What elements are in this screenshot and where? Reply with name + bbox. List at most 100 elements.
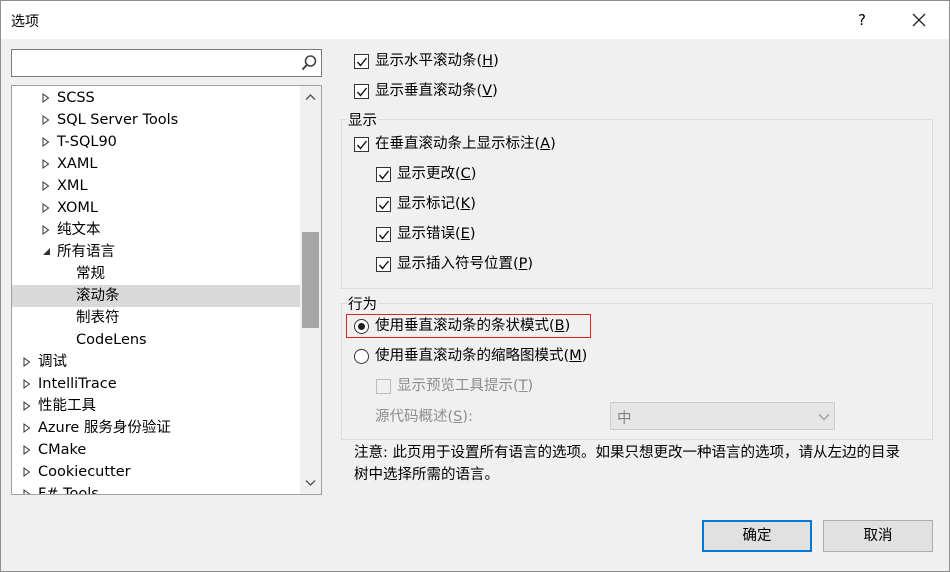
tree-item-label: XOML [57, 200, 99, 216]
tree-item[interactable]: 性能工具 [12, 395, 300, 417]
tree-items: SCSS SQL Server Tools T-SQL90 XAML XML XOML 纯文… [12, 86, 300, 494]
window-title: 选项 [11, 14, 39, 30]
check-icon [356, 87, 368, 97]
tree-item-label: Azure 服务身份验证 [38, 420, 171, 436]
expand-arrow-icon[interactable] [22, 461, 34, 483]
search-icon[interactable] [300, 54, 318, 72]
ok-button[interactable]: 确定 [702, 520, 812, 552]
search-input[interactable] [12, 50, 294, 76]
expand-arrow-icon[interactable] [41, 175, 53, 197]
checkbox-label: 显示标记(K) [397, 196, 476, 212]
check-icon [378, 170, 390, 180]
tree-item[interactable]: Cookiecutter [12, 461, 300, 483]
checkbox-label: 显示预览工具提示(T) [397, 378, 534, 394]
options-dialog: 选项 ? SCSS SQL Server Tools T-SQL90 XAML XML X… [0, 0, 950, 572]
tree-item-label: 滚动条 [76, 288, 120, 304]
tree-item[interactable]: XAML [12, 153, 300, 175]
tree-scrollbar[interactable] [300, 86, 321, 494]
dropdown-value: 中 [617, 411, 632, 427]
tree-item[interactable]: CodeLens [12, 329, 300, 351]
tree-item[interactable]: 调试 [12, 351, 300, 373]
close-icon [912, 13, 926, 27]
expand-arrow-icon[interactable] [22, 483, 34, 494]
checkbox-label: 显示水平滚动条(H) [375, 53, 499, 69]
checkbox-box[interactable] [376, 167, 391, 182]
radio-button[interactable] [354, 319, 369, 334]
expand-arrow-icon[interactable] [22, 417, 34, 439]
chevron-down-icon [818, 414, 830, 421]
scroll-up-button[interactable] [300, 86, 321, 108]
tree-item[interactable]: 常规 [12, 263, 300, 285]
tree-item-label: 所有语言 [57, 244, 115, 260]
search-box [11, 49, 322, 77]
tree-item[interactable]: IntelliTrace [12, 373, 300, 395]
tree-item-label: SCSS [57, 90, 95, 106]
scroll-thumb[interactable] [302, 232, 319, 328]
tree-item[interactable]: T-SQL90 [12, 131, 300, 153]
tree-item[interactable]: 滚动条 [12, 285, 300, 307]
check-icon [378, 200, 390, 210]
tree-item-label: 制表符 [76, 310, 120, 326]
check-icon [378, 260, 390, 270]
expand-arrow-icon[interactable] [22, 351, 34, 373]
checkbox-label: 显示更改(C) [397, 166, 477, 182]
tree-item[interactable]: 所有语言 [12, 241, 300, 263]
scroll-down-button[interactable] [300, 472, 321, 494]
checkbox-box[interactable] [354, 137, 369, 152]
expand-arrow-icon[interactable] [22, 439, 34, 461]
checkbox-label: 显示插入符号位置(P) [397, 256, 534, 272]
expand-arrow-icon[interactable] [22, 395, 34, 417]
radio-dot [358, 323, 365, 330]
tree-item[interactable]: XML [12, 175, 300, 197]
behavior-group-title: 行为 [347, 293, 378, 314]
source-overview-dropdown[interactable]: 中 [610, 402, 835, 430]
tree-item-label: Cookiecutter [38, 464, 131, 480]
tree-item-label: XML [57, 178, 88, 194]
options-tree: SCSS SQL Server Tools T-SQL90 XAML XML XOML 纯文… [11, 85, 322, 495]
checkbox-box[interactable] [376, 257, 391, 272]
checkbox-box[interactable] [376, 227, 391, 242]
expand-arrow-icon[interactable] [41, 109, 53, 131]
tree-item[interactable]: F# Tools [12, 483, 300, 494]
tree-item-label: SQL Server Tools [57, 112, 179, 128]
radio-label: 使用垂直滚动条的条状模式(B) [375, 318, 571, 334]
tree-item-label: 纯文本 [57, 222, 101, 238]
check-icon [356, 140, 368, 150]
checkbox-label: 显示错误(E) [397, 226, 476, 242]
checkbox-label: 在垂直滚动条上显示标注(A) [375, 136, 556, 152]
source-overview-label: 源代码概述(S): [375, 409, 473, 425]
checkbox-box[interactable] [376, 379, 391, 394]
display-group-title: 显示 [347, 109, 378, 130]
expand-arrow-icon[interactable] [41, 219, 53, 241]
tree-item[interactable]: Azure 服务身份验证 [12, 417, 300, 439]
tree-item[interactable]: 制表符 [12, 307, 300, 329]
checkbox-box[interactable] [354, 54, 369, 69]
radio-button[interactable] [354, 349, 369, 364]
expand-arrow-icon[interactable] [41, 87, 53, 109]
expand-arrow-icon[interactable] [41, 153, 53, 175]
checkbox-box[interactable] [354, 84, 369, 99]
tree-item[interactable]: 纯文本 [12, 219, 300, 241]
tree-item-label: 调试 [38, 354, 67, 370]
tree-item[interactable]: SCSS [12, 87, 300, 109]
expand-arrow-icon[interactable] [41, 131, 53, 153]
checkbox-box[interactable] [376, 197, 391, 212]
note-text: 注意: 此页用于设置所有语言的选项。如果只想更改一种语言的选项，请从左边的目录树… [354, 445, 900, 483]
chevron-down-icon [305, 480, 316, 486]
expand-arrow-icon[interactable] [41, 197, 53, 219]
help-icon: ? [858, 11, 866, 29]
tree-item-label: 常规 [76, 266, 105, 282]
cancel-button[interactable]: 取消 [823, 520, 933, 552]
expand-arrow-icon[interactable] [22, 373, 34, 395]
tree-item[interactable]: SQL Server Tools [12, 109, 300, 131]
check-icon [378, 230, 390, 240]
tree-item[interactable]: XOML [12, 197, 300, 219]
help-button[interactable]: ? [847, 5, 877, 35]
tree-item-label: F# Tools [38, 486, 99, 494]
tree-item-label: XAML [57, 156, 98, 172]
chevron-up-icon [305, 94, 316, 100]
tree-item[interactable]: CMake [12, 439, 300, 461]
checkbox-label: 显示垂直滚动条(V) [375, 83, 498, 99]
collapse-arrow-icon[interactable] [41, 241, 53, 263]
close-button[interactable] [901, 5, 937, 35]
